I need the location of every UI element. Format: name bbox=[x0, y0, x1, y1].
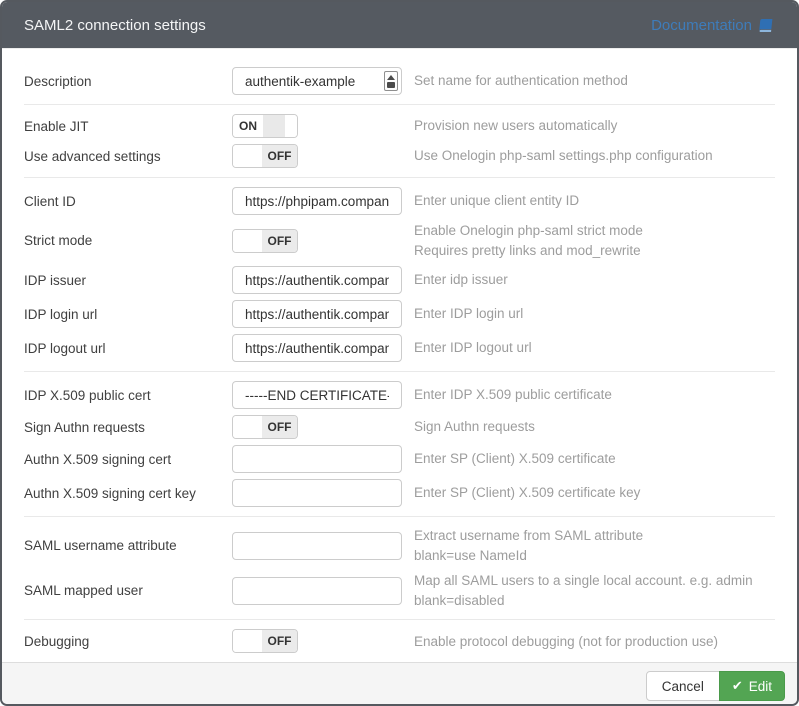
advanced-settings-hint: Use Onelogin php-saml settings.php confi… bbox=[414, 146, 713, 166]
row-authn-cert-key: Authn X.509 signing cert key Enter SP (C… bbox=[24, 476, 775, 510]
toggle-knob bbox=[233, 230, 262, 252]
saml-username-label: SAML username attribute bbox=[24, 538, 232, 553]
client-id-hint: Enter unique client entity ID bbox=[414, 191, 579, 211]
client-id-label: Client ID bbox=[24, 194, 232, 209]
toggle-state-label: ON bbox=[233, 115, 263, 137]
authn-cert-key-input[interactable] bbox=[232, 479, 402, 507]
toggle-state-label: OFF bbox=[262, 145, 297, 167]
debugging-label: Debugging bbox=[24, 634, 232, 649]
dialog-title: SAML2 connection settings bbox=[24, 17, 206, 34]
debugging-toggle[interactable]: OFF bbox=[232, 629, 298, 653]
row-idp-cert: IDP X.509 public cert Enter IDP X.509 pu… bbox=[24, 378, 775, 412]
authn-cert-label: Authn X.509 signing cert bbox=[24, 452, 232, 467]
cancel-button-label: Cancel bbox=[662, 679, 704, 694]
idp-logout-url-label: IDP logout url bbox=[24, 341, 232, 356]
toggle-knob bbox=[263, 115, 285, 137]
idp-issuer-label: IDP issuer bbox=[24, 273, 232, 288]
idp-cert-label: IDP X.509 public cert bbox=[24, 388, 232, 403]
row-authn-cert: Authn X.509 signing cert Enter SP (Clien… bbox=[24, 442, 775, 476]
section-description: Description Set name for authentication … bbox=[24, 58, 775, 105]
autofill-spinner-icon[interactable] bbox=[384, 71, 398, 91]
row-advanced-settings: Use advanced settings OFF Use Onelogin p… bbox=[24, 141, 775, 171]
documentation-link[interactable]: Documentation bbox=[651, 17, 775, 34]
sign-authn-toggle[interactable]: OFF bbox=[232, 415, 298, 439]
saml-username-hint: Extract username from SAML attribute bla… bbox=[414, 526, 643, 565]
saml-mapped-user-label: SAML mapped user bbox=[24, 583, 232, 598]
description-label: Description bbox=[24, 74, 232, 89]
toggle-state-label: OFF bbox=[262, 630, 297, 652]
advanced-settings-toggle[interactable]: OFF bbox=[232, 144, 298, 168]
idp-cert-hint: Enter IDP X.509 public certificate bbox=[414, 385, 612, 405]
row-debugging: Debugging OFF Enable protocol debugging … bbox=[24, 626, 775, 656]
edit-button-label: Edit bbox=[749, 679, 772, 694]
section-certs: IDP X.509 public cert Enter IDP X.509 pu… bbox=[24, 372, 775, 517]
book-icon bbox=[758, 18, 775, 33]
dialog-footer: Cancel ✔ Edit bbox=[2, 662, 797, 706]
toggle-state-label: OFF bbox=[262, 416, 297, 438]
enable-jit-hint: Provision new users automatically bbox=[414, 116, 617, 136]
saml-username-input[interactable] bbox=[232, 532, 402, 560]
row-saml-username: SAML username attribute Extract username… bbox=[24, 523, 775, 568]
saml-mapped-user-input[interactable] bbox=[232, 577, 402, 605]
idp-login-url-hint: Enter IDP login url bbox=[414, 304, 523, 324]
row-enable-jit: Enable JIT ON Provision new users automa… bbox=[24, 111, 775, 141]
toggle-state-label: OFF bbox=[262, 230, 297, 252]
row-saml-mapped-user: SAML mapped user Map all SAML users to a… bbox=[24, 568, 775, 613]
row-sign-authn: Sign Authn requests OFF Sign Authn reque… bbox=[24, 412, 775, 442]
saml-mapped-user-hint: Map all SAML users to a single local acc… bbox=[414, 571, 753, 610]
idp-login-url-label: IDP login url bbox=[24, 307, 232, 322]
documentation-link-label: Documentation bbox=[651, 17, 752, 34]
toggle-knob bbox=[233, 630, 262, 652]
authn-cert-key-label: Authn X.509 signing cert key bbox=[24, 486, 232, 501]
authn-cert-hint: Enter SP (Client) X.509 certificate bbox=[414, 449, 616, 469]
section-jit: Enable JIT ON Provision new users automa… bbox=[24, 105, 775, 178]
idp-login-url-input[interactable] bbox=[232, 300, 402, 328]
authn-cert-key-hint: Enter SP (Client) X.509 certificate key bbox=[414, 483, 640, 503]
row-description: Description Set name for authentication … bbox=[24, 64, 775, 98]
row-strict-mode: Strict mode OFF Enable Onelogin php-saml… bbox=[24, 218, 775, 263]
advanced-settings-label: Use advanced settings bbox=[24, 149, 232, 164]
strict-mode-toggle[interactable]: OFF bbox=[232, 229, 298, 253]
edit-button[interactable]: ✔ Edit bbox=[719, 671, 785, 701]
row-idp-issuer: IDP issuer Enter idp issuer bbox=[24, 263, 775, 297]
check-icon: ✔ bbox=[732, 678, 743, 694]
enable-jit-toggle[interactable]: ON bbox=[232, 114, 298, 138]
section-debugging: Debugging OFF Enable protocol debugging … bbox=[24, 620, 775, 662]
row-idp-logout-url: IDP logout url Enter IDP logout url bbox=[24, 331, 775, 365]
idp-logout-url-input[interactable] bbox=[232, 334, 402, 362]
dialog-header: SAML2 connection settings Documentation bbox=[2, 2, 797, 48]
idp-issuer-hint: Enter idp issuer bbox=[414, 270, 508, 290]
section-saml-user: SAML username attribute Extract username… bbox=[24, 517, 775, 620]
row-client-id: Client ID Enter unique client entity ID bbox=[24, 184, 775, 218]
section-idp: Client ID Enter unique client entity ID … bbox=[24, 178, 775, 372]
description-hint: Set name for authentication method bbox=[414, 71, 628, 91]
idp-cert-input[interactable] bbox=[232, 381, 402, 409]
strict-mode-hint: Enable Onelogin php-saml strict mode Req… bbox=[414, 221, 643, 260]
settings-form: Description Set name for authentication … bbox=[2, 48, 797, 662]
client-id-input[interactable] bbox=[232, 187, 402, 215]
strict-mode-label: Strict mode bbox=[24, 233, 232, 248]
toggle-knob bbox=[233, 416, 262, 438]
idp-issuer-input[interactable] bbox=[232, 266, 402, 294]
idp-logout-url-hint: Enter IDP logout url bbox=[414, 338, 532, 358]
debugging-hint: Enable protocol debugging (not for produ… bbox=[414, 632, 718, 652]
description-input[interactable] bbox=[232, 67, 402, 95]
sign-authn-hint: Sign Authn requests bbox=[414, 417, 535, 437]
enable-jit-label: Enable JIT bbox=[24, 119, 232, 134]
sign-authn-label: Sign Authn requests bbox=[24, 420, 232, 435]
cancel-button[interactable]: Cancel bbox=[646, 671, 720, 701]
toggle-knob bbox=[233, 145, 262, 167]
row-idp-login-url: IDP login url Enter IDP login url bbox=[24, 297, 775, 331]
authn-cert-input[interactable] bbox=[232, 445, 402, 473]
saml2-settings-dialog: SAML2 connection settings Documentation … bbox=[0, 0, 799, 706]
